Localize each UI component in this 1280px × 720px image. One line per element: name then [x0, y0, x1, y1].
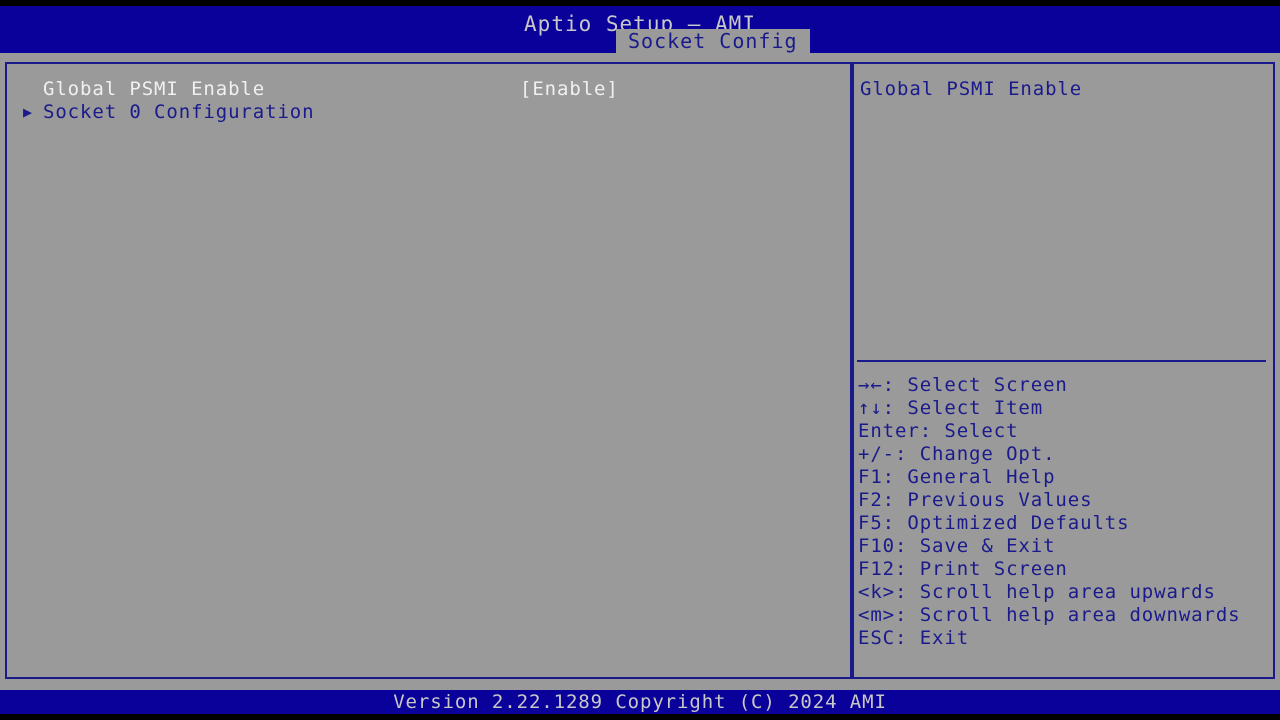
hotkey-scroll-help-up: <k>: Scroll help area upwards — [858, 581, 1216, 603]
setting-label: Global PSMI Enable — [43, 78, 266, 100]
status-bar: Version 2.22.1289 Copyright (C) 2024 AMI — [0, 690, 1280, 714]
hotkey-select-item: ↑↓: Select Item — [858, 397, 1044, 419]
bottom-black-strip — [0, 714, 1280, 720]
setting-row-global-psmi-enable[interactable]: Global PSMI Enable [Enable] — [7, 78, 850, 101]
hotkey-f10-save-exit: F10: Save & Exit — [858, 535, 1056, 557]
version-copyright-text: Version 2.22.1289 Copyright (C) 2024 AMI — [393, 691, 887, 713]
help-panel: Global PSMI Enable →←: Select Screen ↑↓:… — [852, 62, 1275, 679]
hotkey-enter-select: Enter: Select — [858, 420, 1019, 442]
settings-list: Global PSMI Enable [Enable] ▶ Socket 0 C… — [7, 78, 850, 124]
hotkey-select-screen: →←: Select Screen — [858, 374, 1068, 396]
bios-setup-screen: Aptio Setup – AMI Socket Config Global P… — [0, 0, 1280, 720]
hotkey-scroll-help-down: <m>: Scroll help area downwards — [858, 604, 1241, 626]
tab-socket-config[interactable]: Socket Config — [616, 29, 810, 53]
hotkey-esc-exit: ESC: Exit — [858, 627, 970, 649]
hotkey-list: →←: Select Screen ↑↓: Select Item Enter:… — [858, 374, 1269, 650]
help-separator — [857, 360, 1266, 362]
help-description: Global PSMI Enable — [860, 78, 1083, 100]
hotkey-f12-print-screen: F12: Print Screen — [858, 558, 1068, 580]
hotkey-f5-optimized-defaults: F5: Optimized Defaults — [858, 512, 1130, 534]
submenu-triangle-icon: ▶ — [23, 103, 33, 121]
hotkey-change-opt: +/-: Change Opt. — [858, 443, 1056, 465]
settings-panel: Global PSMI Enable [Enable] ▶ Socket 0 C… — [5, 62, 852, 679]
setting-row-socket-0-configuration[interactable]: ▶ Socket 0 Configuration — [7, 101, 850, 124]
setting-value[interactable]: [Enable] — [520, 78, 619, 101]
hotkey-f1-general-help: F1: General Help — [858, 466, 1056, 488]
tab-strip: Socket Config — [616, 29, 810, 53]
setting-label: Socket 0 Configuration — [43, 101, 315, 123]
body-region: Global PSMI Enable [Enable] ▶ Socket 0 C… — [0, 53, 1280, 690]
hotkey-f2-previous-values: F2: Previous Values — [858, 489, 1093, 511]
